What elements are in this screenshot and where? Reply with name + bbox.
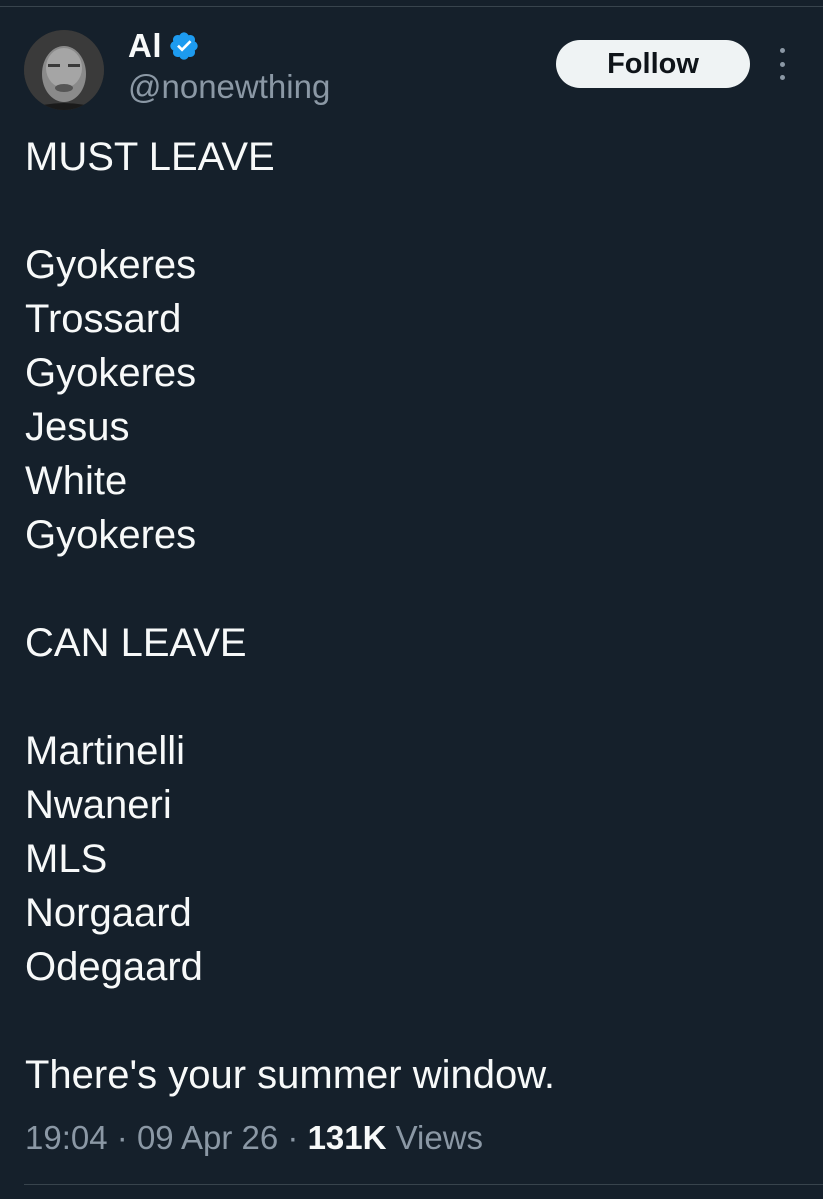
can-leave-item: Martinelli xyxy=(25,729,186,773)
meta-separator: · xyxy=(116,1119,128,1156)
tweet-meta: 19:04 · 09 Apr 26 · 131K Views xyxy=(25,1116,483,1160)
top-divider xyxy=(0,6,823,7)
must-leave-item: White xyxy=(25,459,128,503)
can-leave-item: Norgaard xyxy=(25,891,192,935)
must-leave-item: Gyokeres xyxy=(25,243,197,287)
can-leave-item: Nwaneri xyxy=(25,783,172,827)
can-leave-heading: CAN LEAVE xyxy=(25,621,247,665)
can-leave-item: MLS xyxy=(25,837,108,881)
display-name[interactable]: Al xyxy=(128,27,162,65)
can-leave-item: Odegaard xyxy=(25,945,203,989)
author-name-row[interactable]: Al xyxy=(128,26,200,66)
verified-badge-icon xyxy=(168,30,200,62)
bottom-divider xyxy=(24,1184,823,1185)
follow-button[interactable]: Follow xyxy=(556,40,750,88)
tweet-date[interactable]: 09 Apr 26 xyxy=(137,1119,278,1156)
must-leave-item: Gyokeres xyxy=(25,513,197,557)
views-count[interactable]: 131K xyxy=(308,1119,387,1156)
must-leave-heading: MUST LEAVE xyxy=(25,135,275,179)
more-options-icon[interactable] xyxy=(768,48,796,80)
tweet-closing-line: There's your summer window. xyxy=(25,1053,556,1097)
tweet-time[interactable]: 19:04 xyxy=(25,1119,108,1156)
avatar-image xyxy=(24,30,104,110)
avatar[interactable] xyxy=(24,30,104,110)
author-handle[interactable]: @nonewthing xyxy=(128,68,330,106)
must-leave-item: Gyokeres xyxy=(25,351,197,395)
meta-separator: · xyxy=(287,1119,299,1156)
must-leave-item: Trossard xyxy=(25,297,182,341)
views-label: Views xyxy=(395,1119,484,1156)
must-leave-item: Jesus xyxy=(25,405,130,449)
